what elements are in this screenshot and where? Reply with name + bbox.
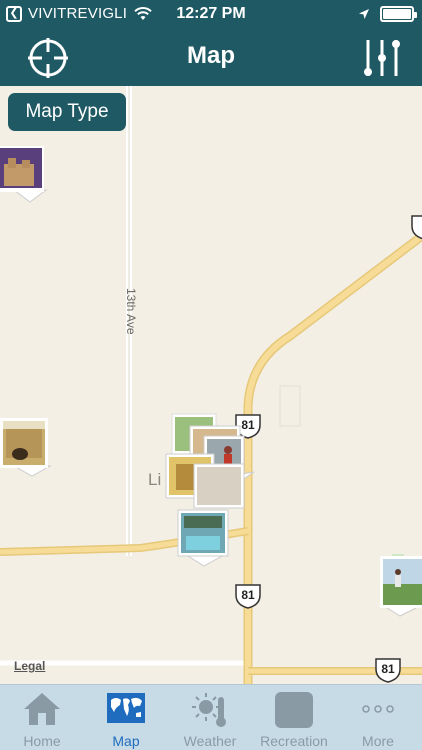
- tab-weather[interactable]: Weather: [168, 685, 252, 750]
- legal-link[interactable]: Legal: [14, 659, 45, 673]
- photo-pin-cave[interactable]: [0, 418, 64, 478]
- photo-pin-golf[interactable]: [380, 556, 422, 620]
- map-type-button[interactable]: Map Type: [8, 93, 126, 131]
- tab-label: Recreation: [260, 733, 328, 749]
- tab-map[interactable]: Map: [84, 685, 168, 750]
- filter-sliders-icon[interactable]: [360, 36, 404, 80]
- weather-icon: [192, 693, 226, 727]
- more-icon: [362, 705, 394, 713]
- map-view[interactable]: Map Type 13th Ave Li 81 81 81 Legal: [0, 86, 422, 684]
- tab-home[interactable]: Home: [0, 685, 84, 750]
- photo-pin-cluster[interactable]: [164, 412, 260, 568]
- tab-label: Map: [112, 733, 140, 749]
- golf-photo-thumbnail: [380, 556, 422, 617]
- home-icon: [24, 693, 60, 725]
- tab-label: Home: [23, 733, 61, 749]
- tab-bar: Home Map Weather Recreation More: [0, 684, 422, 750]
- tab-recreation[interactable]: Recreation: [252, 685, 336, 750]
- photo-cluster-thumbnails: [165, 413, 255, 567]
- road-network: [0, 86, 422, 684]
- highway-shield: 81: [234, 583, 262, 609]
- battery-level: [383, 9, 411, 19]
- castle-photo-thumbnail: [0, 146, 48, 203]
- page-title: Map: [187, 42, 235, 69]
- cave-photo-thumbnail: [0, 418, 52, 477]
- road-label-13th-ave: 13th Ave: [124, 288, 138, 335]
- town-label: Li: [148, 470, 162, 489]
- nav-bar: Map: [0, 30, 422, 86]
- recreation-icon: [275, 692, 313, 728]
- highway-shield: 81: [374, 657, 402, 683]
- location-arrow-icon: [359, 9, 369, 19]
- battery-icon: [380, 6, 417, 22]
- status-right: [358, 6, 417, 22]
- status-bar: ❮ VIVITREVIGLI 12:27 PM: [0, 0, 422, 30]
- tab-label: Weather: [183, 733, 237, 749]
- tab-more[interactable]: More: [336, 685, 420, 750]
- tab-label: More: [362, 733, 394, 749]
- highway-shield-partial: [410, 214, 422, 240]
- world-map-icon: [107, 693, 145, 723]
- photo-pin-castle[interactable]: [0, 146, 60, 204]
